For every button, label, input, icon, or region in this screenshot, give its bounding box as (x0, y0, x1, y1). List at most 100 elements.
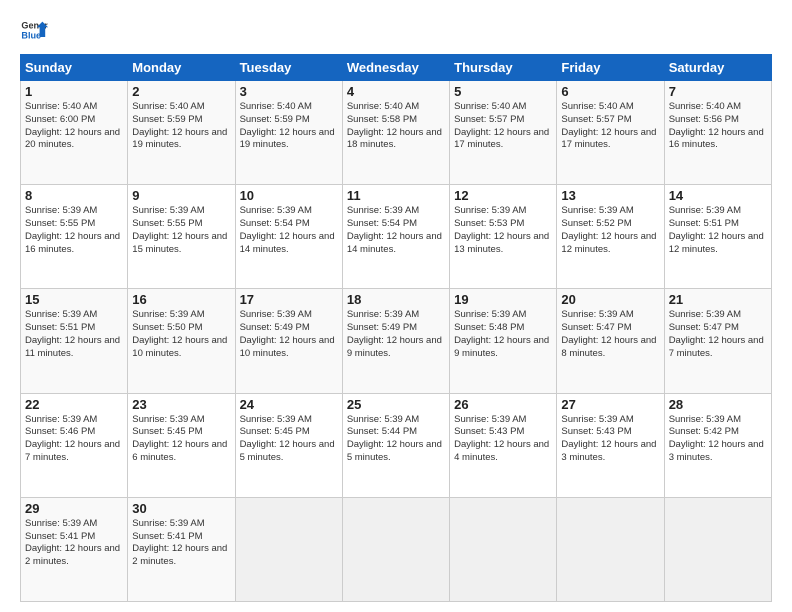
calendar-week-3: 15 Sunrise: 5:39 AM Sunset: 5:51 PM Dayli… (21, 289, 772, 393)
day-number: 25 (347, 397, 445, 412)
weekday-header-sunday: Sunday (21, 55, 128, 81)
day-number: 21 (669, 292, 767, 307)
calendar-cell: 23 Sunrise: 5:39 AM Sunset: 5:45 PM Dayli… (128, 393, 235, 497)
cell-details: Sunrise: 5:39 AM Sunset: 5:47 PM Dayligh… (669, 309, 767, 360)
calendar-cell: 21 Sunrise: 5:39 AM Sunset: 5:47 PM Dayli… (664, 289, 771, 393)
calendar-cell (557, 497, 664, 601)
cell-details: Sunrise: 5:39 AM Sunset: 5:45 PM Dayligh… (240, 414, 338, 465)
day-number: 13 (561, 188, 659, 203)
day-number: 11 (347, 188, 445, 203)
day-number: 22 (25, 397, 123, 412)
cell-details: Sunrise: 5:39 AM Sunset: 5:43 PM Dayligh… (454, 414, 552, 465)
day-number: 12 (454, 188, 552, 203)
calendar-cell: 9 Sunrise: 5:39 AM Sunset: 5:55 PM Daylig… (128, 185, 235, 289)
calendar-cell: 2Sunrise: 5:40 AM Sunset: 5:59 PM Daylig… (128, 81, 235, 185)
day-number: 17 (240, 292, 338, 307)
cell-details: Sunrise: 5:39 AM Sunset: 5:51 PM Dayligh… (25, 309, 123, 360)
cell-details: Sunrise: 5:39 AM Sunset: 5:53 PM Dayligh… (454, 205, 552, 256)
calendar-cell: 18Sunrise: 5:39 AM Sunset: 5:49 PM Dayli… (342, 289, 449, 393)
cell-details: Sunrise: 5:40 AM Sunset: 6:00 PM Dayligh… (25, 101, 123, 152)
cell-details: Sunrise: 5:39 AM Sunset: 5:46 PM Dayligh… (25, 414, 123, 465)
day-number: 29 (25, 501, 123, 516)
calendar-cell: 15 Sunrise: 5:39 AM Sunset: 5:51 PM Dayli… (21, 289, 128, 393)
weekday-header-row: SundayMondayTuesdayWednesdayThursdayFrid… (21, 55, 772, 81)
logo: General Blue (20, 16, 48, 44)
calendar-cell: 1 Sunrise: 5:40 AM Sunset: 6:00 PM Daylig… (21, 81, 128, 185)
calendar-cell: 19Sunrise: 5:39 AM Sunset: 5:48 PM Dayli… (450, 289, 557, 393)
day-number: 15 (25, 292, 123, 307)
cell-details: Sunrise: 5:39 AM Sunset: 5:45 PM Dayligh… (132, 414, 230, 465)
calendar-cell (664, 497, 771, 601)
day-number: 27 (561, 397, 659, 412)
cell-details: Sunrise: 5:40 AM Sunset: 5:56 PM Dayligh… (669, 101, 767, 152)
day-number: 16 (132, 292, 230, 307)
cell-details: Sunrise: 5:40 AM Sunset: 5:57 PM Dayligh… (454, 101, 552, 152)
weekday-header-wednesday: Wednesday (342, 55, 449, 81)
cell-details: Sunrise: 5:39 AM Sunset: 5:54 PM Dayligh… (347, 205, 445, 256)
calendar-week-5: 29 Sunrise: 5:39 AM Sunset: 5:41 PM Dayli… (21, 497, 772, 601)
day-number: 2 (132, 84, 230, 99)
calendar-cell: 4Sunrise: 5:40 AM Sunset: 5:58 PM Daylig… (342, 81, 449, 185)
day-number: 6 (561, 84, 659, 99)
calendar-cell: 13 Sunrise: 5:39 AM Sunset: 5:52 PM Dayli… (557, 185, 664, 289)
calendar-cell: 27 Sunrise: 5:39 AM Sunset: 5:43 PM Dayli… (557, 393, 664, 497)
day-number: 26 (454, 397, 552, 412)
day-number: 20 (561, 292, 659, 307)
cell-details: Sunrise: 5:39 AM Sunset: 5:41 PM Dayligh… (25, 518, 123, 569)
calendar-cell: 8Sunrise: 5:39 AM Sunset: 5:55 PM Daylig… (21, 185, 128, 289)
calendar-cell: 16 Sunrise: 5:39 AM Sunset: 5:50 PM Dayli… (128, 289, 235, 393)
day-number: 9 (132, 188, 230, 203)
calendar-cell: 7 Sunrise: 5:40 AM Sunset: 5:56 PM Daylig… (664, 81, 771, 185)
day-number: 23 (132, 397, 230, 412)
calendar-cell: 26 Sunrise: 5:39 AM Sunset: 5:43 PM Dayli… (450, 393, 557, 497)
svg-text:Blue: Blue (21, 30, 41, 40)
calendar-cell: 17 Sunrise: 5:39 AM Sunset: 5:49 PM Dayli… (235, 289, 342, 393)
logo-icon: General Blue (20, 16, 48, 44)
calendar-cell: 5 Sunrise: 5:40 AM Sunset: 5:57 PM Daylig… (450, 81, 557, 185)
weekday-header-thursday: Thursday (450, 55, 557, 81)
cell-details: Sunrise: 5:39 AM Sunset: 5:55 PM Dayligh… (132, 205, 230, 256)
calendar-cell: 22 Sunrise: 5:39 AM Sunset: 5:46 PM Dayli… (21, 393, 128, 497)
weekday-header-friday: Friday (557, 55, 664, 81)
cell-details: Sunrise: 5:39 AM Sunset: 5:42 PM Dayligh… (669, 414, 767, 465)
weekday-header-tuesday: Tuesday (235, 55, 342, 81)
day-number: 8 (25, 188, 123, 203)
calendar-week-4: 22 Sunrise: 5:39 AM Sunset: 5:46 PM Dayli… (21, 393, 772, 497)
calendar-cell (450, 497, 557, 601)
calendar-cell: 20 Sunrise: 5:39 AM Sunset: 5:47 PM Dayli… (557, 289, 664, 393)
calendar-cell: 10 Sunrise: 5:39 AM Sunset: 5:54 PM Dayli… (235, 185, 342, 289)
cell-details: Sunrise: 5:39 AM Sunset: 5:51 PM Dayligh… (669, 205, 767, 256)
calendar-cell: 11 Sunrise: 5:39 AM Sunset: 5:54 PM Dayli… (342, 185, 449, 289)
header: General Blue (20, 16, 772, 44)
calendar-cell: 14Sunrise: 5:39 AM Sunset: 5:51 PM Dayli… (664, 185, 771, 289)
calendar-cell: 25 Sunrise: 5:39 AM Sunset: 5:44 PM Dayli… (342, 393, 449, 497)
calendar-week-2: 8 Sunrise: 5:39 AM Sunset: 5:55 PM Daylig… (21, 185, 772, 289)
day-number: 28 (669, 397, 767, 412)
cell-details: Sunrise: 5:39 AM Sunset: 5:44 PM Dayligh… (347, 414, 445, 465)
day-number: 10 (240, 188, 338, 203)
day-number: 4 (347, 84, 445, 99)
cell-details: Sunrise: 5:39 AM Sunset: 5:47 PM Dayligh… (561, 309, 659, 360)
cell-details: Sunrise: 5:40 AM Sunset: 5:59 PM Dayligh… (240, 101, 338, 152)
day-number: 7 (669, 84, 767, 99)
day-number: 5 (454, 84, 552, 99)
cell-details: Sunrise: 5:40 AM Sunset: 5:57 PM Dayligh… (561, 101, 659, 152)
day-number: 1 (25, 84, 123, 99)
cell-details: Sunrise: 5:39 AM Sunset: 5:54 PM Dayligh… (240, 205, 338, 256)
page: General Blue SundayMondayTuesdayWednesda… (0, 0, 792, 612)
cell-details: Sunrise: 5:39 AM Sunset: 5:41 PM Dayligh… (132, 518, 230, 569)
calendar-cell: 6 Sunrise: 5:40 AM Sunset: 5:57 PM Daylig… (557, 81, 664, 185)
day-number: 30 (132, 501, 230, 516)
calendar-cell: 30 Sunrise: 5:39 AM Sunset: 5:41 PM Dayli… (128, 497, 235, 601)
weekday-header-monday: Monday (128, 55, 235, 81)
cell-details: Sunrise: 5:39 AM Sunset: 5:43 PM Dayligh… (561, 414, 659, 465)
cell-details: Sunrise: 5:39 AM Sunset: 5:49 PM Dayligh… (240, 309, 338, 360)
calendar-cell: 29 Sunrise: 5:39 AM Sunset: 5:41 PM Dayli… (21, 497, 128, 601)
calendar-cell (235, 497, 342, 601)
cell-details: Sunrise: 5:39 AM Sunset: 5:48 PM Dayligh… (454, 309, 552, 360)
cell-details: Sunrise: 5:39 AM Sunset: 5:50 PM Dayligh… (132, 309, 230, 360)
calendar-cell: 24Sunrise: 5:39 AM Sunset: 5:45 PM Dayli… (235, 393, 342, 497)
calendar-cell: 28 Sunrise: 5:39 AM Sunset: 5:42 PM Dayli… (664, 393, 771, 497)
day-number: 18 (347, 292, 445, 307)
cell-details: Sunrise: 5:39 AM Sunset: 5:52 PM Dayligh… (561, 205, 659, 256)
